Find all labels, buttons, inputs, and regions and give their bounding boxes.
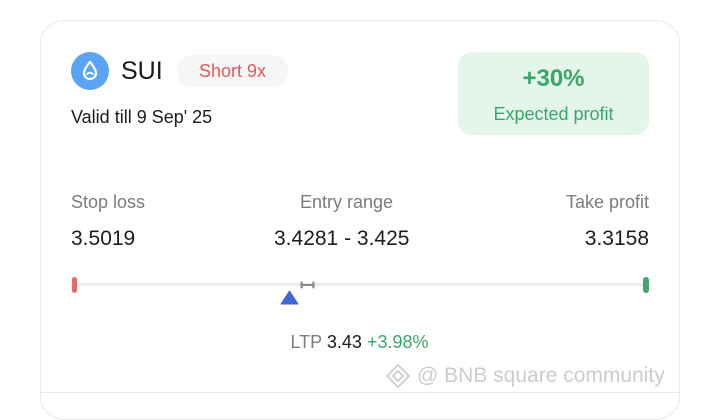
ltp-label: LTP bbox=[290, 332, 322, 352]
ltp-price: 3.43 bbox=[326, 332, 362, 352]
entry-range-label: Entry range bbox=[300, 192, 394, 212]
asset-name: SUI bbox=[121, 57, 163, 85]
take-profit-label: Take profit bbox=[565, 192, 649, 212]
stop-loss-label: Stop loss bbox=[71, 192, 146, 212]
stop-loss-value: 3.5019 bbox=[71, 227, 136, 250]
entry-range-value: 3.4281 - 3.425 bbox=[274, 227, 410, 250]
card-divider bbox=[40, 392, 680, 393]
take-profit-marker bbox=[643, 277, 649, 293]
price-range-track bbox=[73, 283, 649, 286]
entry-range-marker bbox=[300, 281, 315, 289]
expected-profit-value: +30% bbox=[522, 65, 585, 92]
direction-badge: Short 9x bbox=[177, 55, 288, 87]
ltp-row: LTP 3.43 +3.98% bbox=[0, 331, 719, 353]
watermark: @ BNB square community bbox=[385, 363, 665, 389]
watermark-text: @ BNB square community bbox=[417, 364, 665, 387]
expected-profit-label: Expected profit bbox=[493, 104, 614, 124]
bnb-logo-icon bbox=[385, 363, 411, 389]
sui-droplet-icon bbox=[71, 52, 109, 90]
expected-profit-box: +30% Expected profit bbox=[458, 52, 649, 135]
validity-date: Valid till 9 Sep' 25 bbox=[71, 107, 213, 127]
take-profit-value: 3.3158 bbox=[584, 227, 649, 250]
ltp-pointer-icon bbox=[280, 290, 299, 305]
stop-loss-marker bbox=[72, 277, 77, 293]
ltp-change: +3.98% bbox=[366, 332, 429, 352]
